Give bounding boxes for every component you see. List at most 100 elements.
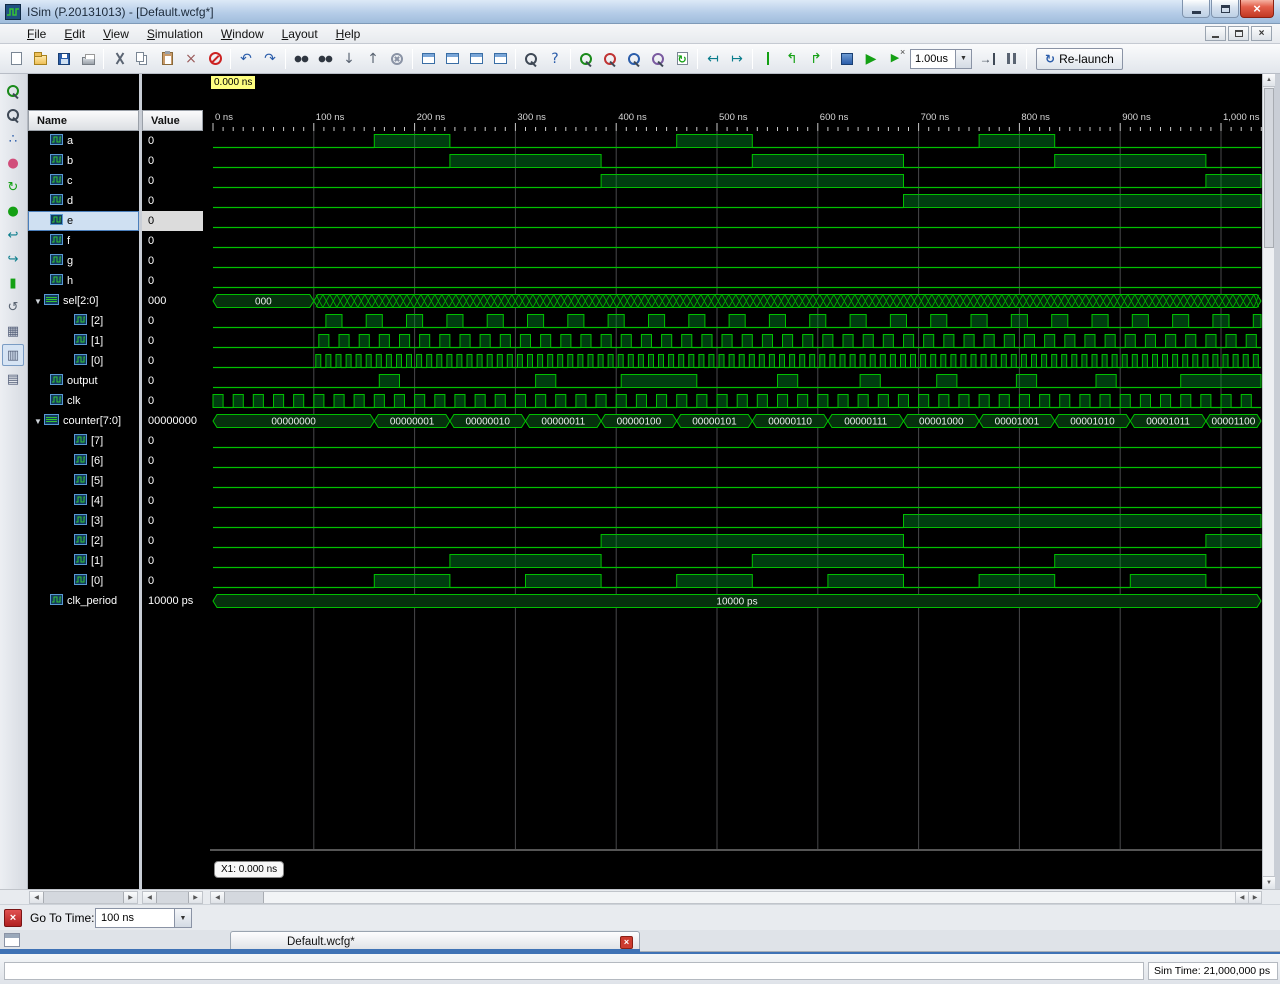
undo-view-button[interactable]: ↺ <box>2 296 24 318</box>
undo-button[interactable]: ↶ <box>234 47 258 71</box>
signal-row-d[interactable]: d <box>28 191 139 211</box>
print-button[interactable] <box>76 47 100 71</box>
wave-b[interactable] <box>213 155 1261 168</box>
zoom-drag-button[interactable] <box>2 80 24 102</box>
find-previous-button[interactable]: ↑ <box>361 47 385 71</box>
wave-scroll-track[interactable] <box>264 892 1235 903</box>
delete-button[interactable]: × <box>179 47 203 71</box>
mdi-close-button[interactable]: × <box>1251 26 1272 41</box>
zoom-select-button[interactable] <box>2 104 24 126</box>
objects-window-button[interactable]: ▤ <box>2 368 24 390</box>
vertical-scroll-thumb[interactable] <box>1264 88 1274 248</box>
menu-edit[interactable]: Edit <box>55 25 94 43</box>
menu-file[interactable]: File <box>18 25 55 43</box>
step-return-button[interactable]: ↩ <box>2 224 24 246</box>
waveform-panel[interactable]: 0.000 ns 0 ns100 ns200 ns300 ns400 ns500… <box>210 74 1262 889</box>
maximize-button[interactable] <box>1211 0 1239 18</box>
zoom-full-button[interactable] <box>622 47 646 71</box>
menu-view[interactable]: View <box>94 25 138 43</box>
signal-row-h[interactable]: h <box>28 271 139 291</box>
new-button[interactable] <box>4 47 28 71</box>
menu-help[interactable]: Help <box>327 25 370 43</box>
wave-c[interactable] <box>213 175 1261 188</box>
value-scroll-thumb[interactable] <box>156 892 189 903</box>
name-scroll-thumb[interactable] <box>43 892 124 903</box>
prev-marker-button[interactable]: ↰ <box>780 47 804 71</box>
menu-layout[interactable]: Layout <box>273 25 327 43</box>
find-next-button[interactable]: ↓ <box>337 47 361 71</box>
copy-button[interactable] <box>131 47 155 71</box>
zoom-in-button[interactable] <box>574 47 598 71</box>
time-ruler[interactable]: 0 ns100 ns200 ns300 ns400 ns500 ns600 ns… <box>210 110 1262 131</box>
minimize-button[interactable] <box>1182 0 1210 18</box>
pause-button[interactable] <box>999 47 1023 71</box>
signal-row-0[interactable]: [0] <box>28 571 139 591</box>
signal-row-output[interactable]: output <box>28 371 139 391</box>
wave-counter-7-0[interactable]: 0000000000000001000000100000001100000100… <box>213 415 1261 428</box>
tile-vertical-button[interactable] <box>464 47 488 71</box>
wave-d[interactable] <box>213 195 1261 208</box>
tile-horizontal-button[interactable] <box>440 47 464 71</box>
close-button[interactable]: × <box>1240 0 1274 18</box>
run-sim-button[interactable]: ● <box>2 200 24 222</box>
open-button[interactable] <box>28 47 52 71</box>
scroll-up-icon[interactable]: ▲ <box>1263 74 1275 87</box>
scroll-left2-icon[interactable]: ◀ <box>1235 892 1248 903</box>
restart-sim-button[interactable]: ↻ <box>2 176 24 198</box>
sim-time-value[interactable]: 1.00us <box>910 49 956 69</box>
collapse-icon[interactable]: ▼ <box>34 417 42 426</box>
paste-button[interactable] <box>155 47 179 71</box>
find-button[interactable] <box>289 47 313 71</box>
signal-row-g[interactable]: g <box>28 251 139 271</box>
signal-row-2[interactable]: [2] <box>28 531 139 551</box>
waveform-canvas[interactable]: 000 0000000000000001000000100000001100000… <box>210 131 1262 849</box>
signal-row-6[interactable]: [6] <box>28 451 139 471</box>
wave-counter-3[interactable] <box>213 515 1261 528</box>
add-divider-button[interactable]: ▮ <box>2 272 24 294</box>
mdi-restore-button[interactable] <box>1228 26 1249 41</box>
signal-row-1[interactable]: [1] <box>28 331 139 351</box>
scroll-right-icon[interactable]: ▶ <box>124 892 137 903</box>
goto-time-dropdown-icon[interactable]: ▼ <box>175 908 192 928</box>
wave-sel-0[interactable] <box>213 355 1261 368</box>
next-marker-button[interactable]: ↱ <box>804 47 828 71</box>
zoom-to-cursor-button[interactable] <box>646 47 670 71</box>
restart-button[interactable] <box>835 47 859 71</box>
step-button[interactable]: → <box>975 47 999 71</box>
wave-scrollbar[interactable]: ◀ ◀ ▶ <box>210 891 1262 904</box>
scroll-left-icon[interactable]: ◀ <box>143 892 156 903</box>
signal-row-1[interactable]: [1] <box>28 551 139 571</box>
wave-sel-2-0[interactable]: 000 <box>213 295 1261 308</box>
wave-counter-2[interactable] <box>213 535 1261 548</box>
signal-row-2[interactable]: [2] <box>28 311 139 331</box>
wave-clk[interactable] <box>213 395 1261 408</box>
wave-a[interactable] <box>213 135 1261 148</box>
goto-time-input[interactable]: 100 ns <box>95 908 175 928</box>
signal-row-b[interactable]: b <box>28 151 139 171</box>
new-window-button[interactable] <box>416 47 440 71</box>
tab-close-icon[interactable]: × <box>620 936 633 949</box>
relaunch-button[interactable]: ↻Re-launch <box>1036 48 1123 70</box>
wave-clk-period[interactable]: 10000 ps <box>213 595 1261 608</box>
console-icon[interactable] <box>4 933 20 947</box>
mdi-minimize-button[interactable] <box>1205 26 1226 41</box>
wave-window-button[interactable]: ▥ <box>2 344 24 366</box>
zoom-out-button[interactable] <box>598 47 622 71</box>
save-button[interactable] <box>52 47 76 71</box>
prev-transition-button[interactable]: ↤ <box>701 47 725 71</box>
signal-row-clk-period[interactable]: clk_period <box>28 591 139 611</box>
signal-row-4[interactable]: [4] <box>28 491 139 511</box>
signal-row-f[interactable]: f <box>28 231 139 251</box>
run-for-button[interactable]: ▶ <box>883 47 907 71</box>
clear-find-button[interactable] <box>385 47 409 71</box>
name-scrollbar[interactable]: ◀ ▶ <box>29 891 138 904</box>
redo-button[interactable]: ↷ <box>258 47 282 71</box>
scroll-left-icon[interactable]: ◀ <box>30 892 43 903</box>
wave-sel-1[interactable] <box>213 335 1261 348</box>
signal-row-0[interactable]: [0] <box>28 351 139 371</box>
wave-counter-0[interactable] <box>213 575 1261 588</box>
signal-row-5[interactable]: [5] <box>28 471 139 491</box>
signal-row-3[interactable]: [3] <box>28 511 139 531</box>
reload-button[interactable] <box>670 47 694 71</box>
wave-scroll-thumb[interactable] <box>224 892 264 903</box>
